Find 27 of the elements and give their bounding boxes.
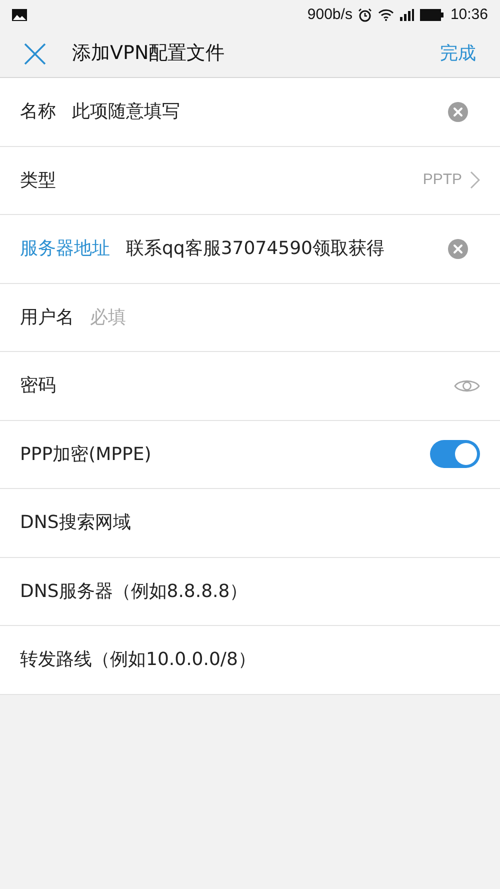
close-button[interactable]	[24, 42, 46, 64]
eye-icon[interactable]	[454, 378, 480, 394]
field-label: 类型	[20, 168, 56, 193]
alarm-icon	[358, 8, 372, 22]
clear-icon[interactable]	[448, 102, 468, 122]
field-label: 用户名	[20, 306, 74, 330]
field-label: 转发路线（例如10.0.0.0/8）	[20, 648, 256, 672]
field-label: 密码	[20, 374, 56, 398]
clear-icon[interactable]	[448, 238, 468, 259]
field-label: 服务器地址	[20, 237, 110, 262]
field-label: 名称	[20, 100, 56, 124]
field-label: PPP加密(MPPE)	[20, 442, 152, 467]
field-label: DNS搜索网域	[20, 511, 131, 536]
network-speed: 900b/s	[307, 4, 352, 25]
chevron-right-icon	[470, 171, 480, 190]
clock-time: 10:36	[450, 4, 488, 25]
battery-icon	[420, 9, 444, 21]
field-label: DNS服务器（例如8.8.8.8）	[20, 580, 248, 604]
select-value: PPTP	[422, 170, 462, 190]
image-icon	[12, 9, 27, 21]
input-field[interactable]: 此项随意填写	[72, 98, 448, 126]
input-field[interactable]: 必填	[90, 304, 468, 331]
wifi-icon	[378, 9, 394, 21]
signal-icon	[400, 9, 414, 21]
input-field[interactable]: 联系qq客服37074590领取获得	[126, 235, 448, 262]
page-title: 添加VPN配置文件	[72, 41, 226, 66]
toggle-switch[interactable]	[430, 440, 480, 468]
